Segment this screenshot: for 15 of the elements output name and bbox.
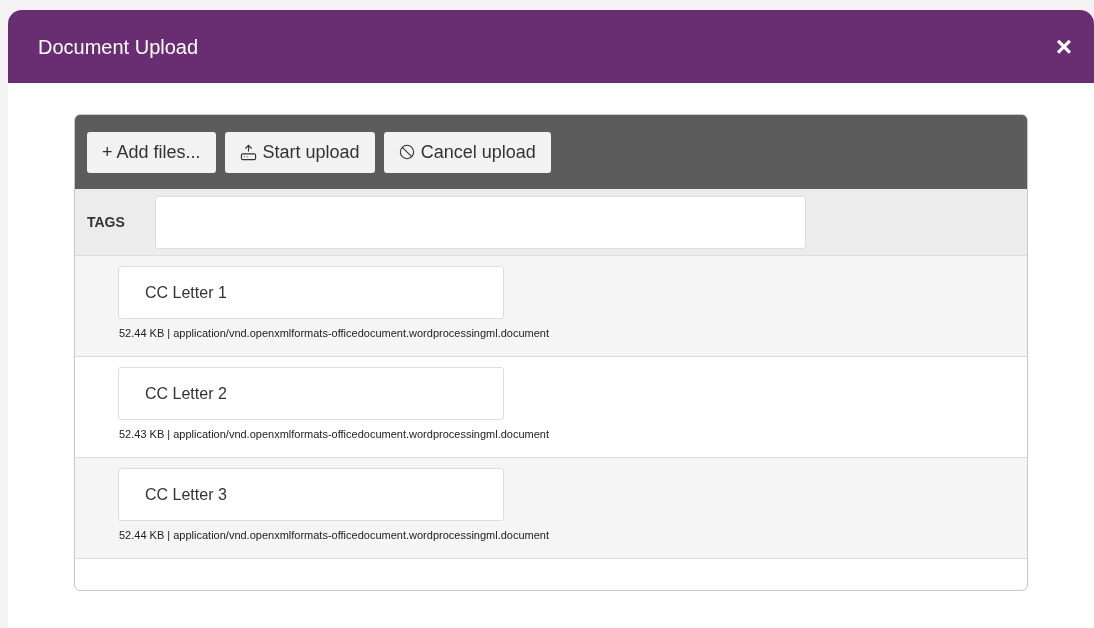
upload-icon [239, 143, 257, 161]
file-name-field[interactable]: CC Letter 1 [118, 266, 504, 319]
file-name-field[interactable]: CC Letter 2 [118, 367, 504, 420]
toolbar-button[interactable]: Cancel upload [383, 131, 551, 173]
dialog-title: Document Upload [38, 34, 199, 60]
toolbar-button[interactable]: Start upload [224, 131, 375, 173]
file-info: 52.43 KB | application/vnd.openxmlformats-officedocument.wordprocessingml.document [119, 427, 551, 442]
tags-field[interactable] [155, 195, 806, 249]
tags-label: TAGS [87, 212, 126, 232]
prohibited-icon [398, 144, 415, 160]
close-button[interactable]: × [1055, 32, 1072, 61]
toolbar-button[interactable]: + Add files... [87, 131, 216, 173]
file-info: 52.44 KB | application/vnd.openxmlformats-officedocument.wordprocessingml.document [119, 528, 551, 543]
file-name-field[interactable]: CC Letter 3 [118, 468, 504, 521]
file-info: 52.44 KB | application/vnd.openxmlformats-officedocument.wordprocessingml.document [119, 326, 551, 341]
